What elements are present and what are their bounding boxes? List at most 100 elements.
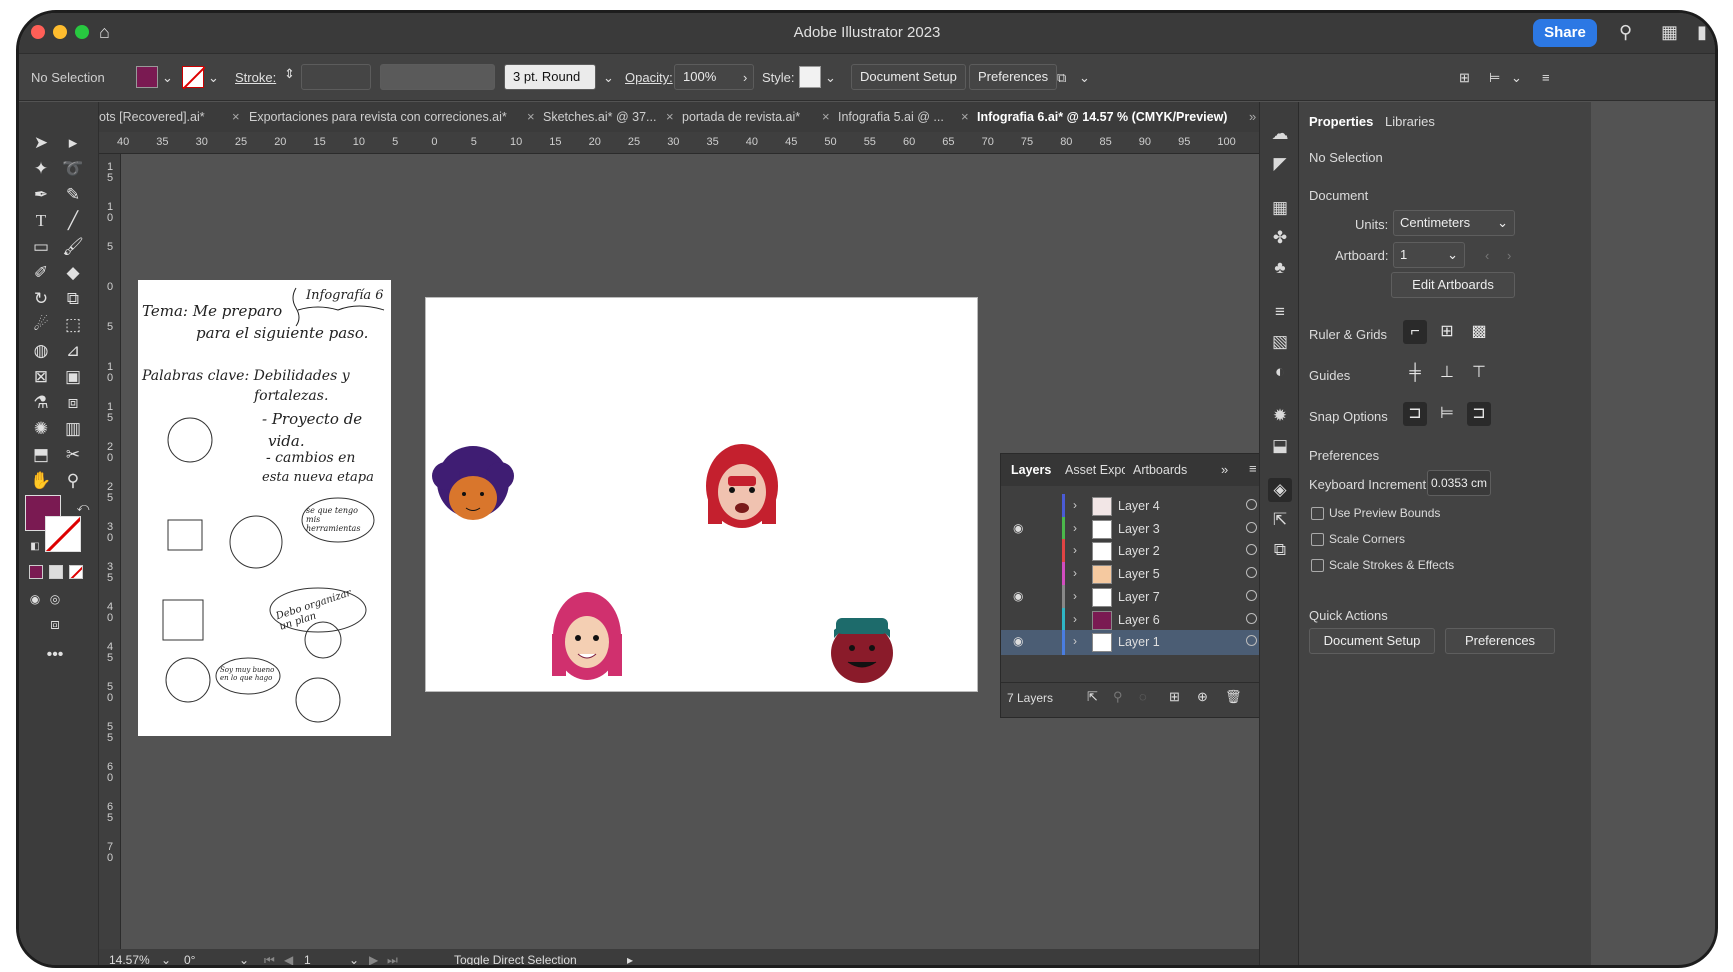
panel-toggle-icon[interactable]: ▮ xyxy=(1697,22,1707,43)
tab-portada[interactable]: portada de revista.ai* xyxy=(682,110,800,124)
rulers-toggle-icon[interactable]: ⌐ xyxy=(1403,320,1427,344)
tab-asset-export[interactable]: Asset Expo xyxy=(1065,463,1125,477)
more-tools-icon[interactable]: ••• xyxy=(41,642,69,668)
panel-menu-icon[interactable]: ≡ xyxy=(1249,461,1257,476)
layer-name[interactable]: Layer 7 xyxy=(1118,590,1160,604)
close-icon[interactable]: × xyxy=(232,109,240,124)
delete-layer-icon[interactable]: 🗑 xyxy=(1225,689,1242,705)
selection-tool-icon[interactable]: ➤ xyxy=(27,130,55,156)
artboard-select[interactable]: 1 ⌄ xyxy=(1393,242,1465,268)
transparency-grid-icon[interactable]: ▩ xyxy=(1467,320,1491,344)
new-sublayer-icon[interactable]: ⊞ xyxy=(1169,689,1180,705)
expand-chevron-icon[interactable]: › xyxy=(1073,589,1077,603)
artboard-number[interactable]: 1 xyxy=(304,953,311,965)
more-tabs-icon[interactable]: » xyxy=(1249,109,1256,124)
smart-guides-icon[interactable]: ⊤ xyxy=(1467,361,1491,385)
shaper-tool-icon[interactable]: ✐ xyxy=(27,260,55,286)
chevron-down-icon[interactable]: ⌄ xyxy=(603,70,614,86)
stroke-swatch[interactable] xyxy=(182,66,206,90)
opacity-input[interactable]: 100% xyxy=(674,64,754,90)
lock-guides-icon[interactable]: ⊥ xyxy=(1435,361,1459,385)
chevron-down-icon[interactable]: ⌄ xyxy=(161,953,171,965)
layer-target-icon[interactable] xyxy=(1246,612,1257,624)
appearance-panel-icon[interactable]: ✹ xyxy=(1268,404,1292,428)
layer-row[interactable]: › Layer 2 xyxy=(1001,539,1282,565)
line-tool-icon[interactable]: ╱ xyxy=(59,208,87,234)
tab-recovered[interactable]: ots [Recovered].ai* xyxy=(99,110,205,124)
pen-tool-icon[interactable]: ✒ xyxy=(27,182,55,208)
workspace-switcher-icon[interactable]: ▦ xyxy=(1661,22,1678,43)
arrange-icon[interactable]: ⧉ xyxy=(1057,70,1066,86)
character-face-teal-hair[interactable] xyxy=(831,618,893,683)
layers-panel-icon[interactable]: ◈ xyxy=(1268,478,1292,502)
chevron-down-icon[interactable]: ⌄ xyxy=(208,70,219,86)
stroke-color-box[interactable] xyxy=(45,516,81,552)
layer-row[interactable]: › Layer 5 xyxy=(1001,562,1282,588)
color-mode-swatch[interactable] xyxy=(29,565,43,579)
quick-document-setup-button[interactable]: Document Setup xyxy=(1309,628,1435,654)
tab-infografia-5[interactable]: Infografia 5.ai @ ... xyxy=(838,110,944,124)
layer-name[interactable]: Layer 1 xyxy=(1118,635,1160,649)
next-artboard-icon[interactable]: ▶ xyxy=(369,953,378,965)
symbols-icon[interactable]: ♣ xyxy=(1268,256,1292,280)
zoom-tool-icon[interactable]: ⚲ xyxy=(59,468,87,494)
artboard[interactable] xyxy=(425,297,978,692)
scale-corners-checkbox[interactable] xyxy=(1311,533,1324,546)
visibility-eye-icon[interactable]: ◉ xyxy=(1013,589,1023,603)
free-transform-tool-icon[interactable]: ⬚ xyxy=(59,312,87,338)
close-icon[interactable]: × xyxy=(527,109,535,124)
gradient-tool-icon[interactable]: ▣ xyxy=(59,364,87,390)
close-icon[interactable]: × xyxy=(666,109,674,124)
expand-chevron-icon[interactable]: › xyxy=(1073,498,1077,512)
tab-libraries[interactable]: Libraries xyxy=(1385,114,1435,129)
new-layer-icon[interactable]: ⊕ xyxy=(1197,689,1208,705)
magic-wand-tool-icon[interactable]: ✦ xyxy=(27,156,55,182)
chevron-down-icon[interactable]: ⌄ xyxy=(239,953,249,965)
stroke-label[interactable]: Stroke: xyxy=(235,70,276,85)
search-icon[interactable]: ⚲ xyxy=(1619,22,1632,43)
screen-mode-icon[interactable]: ⧈ xyxy=(41,612,69,638)
layer-row[interactable]: › Layer 4 xyxy=(1001,494,1282,519)
perspective-grid-tool-icon[interactable]: ⊿ xyxy=(59,338,87,364)
column-graph-tool-icon[interactable]: ▥ xyxy=(59,416,87,442)
share-button[interactable]: Share xyxy=(1533,19,1597,47)
export-icon[interactable]: ⇱ xyxy=(1087,689,1098,705)
eyedropper-tool-icon[interactable]: ⚗ xyxy=(27,390,55,416)
snap-toggle-icon[interactable]: ⊨ xyxy=(1489,70,1500,86)
tab-infografia-6[interactable]: Infografia 6.ai* @ 14.57 % (CMYK/Preview… xyxy=(977,110,1227,124)
expand-chevron-icon[interactable]: › xyxy=(1073,543,1077,557)
more-tabs-icon[interactable]: » xyxy=(1221,462,1228,477)
direct-selection-tool-icon[interactable]: ▸ xyxy=(59,130,87,156)
artboard-tool-icon[interactable]: ⬒ xyxy=(27,442,55,468)
layer-target-icon[interactable] xyxy=(1246,567,1257,579)
menu-icon[interactable]: ≡ xyxy=(1542,70,1550,85)
expand-chevron-icon[interactable]: › xyxy=(1073,566,1077,580)
swatches-icon[interactable]: ▦ xyxy=(1268,196,1292,220)
layer-target-icon[interactable] xyxy=(1246,544,1257,556)
layer-row[interactable]: › Layer 6 xyxy=(1001,607,1282,633)
chevron-down-icon[interactable]: ⌄ xyxy=(162,70,173,86)
layer-row[interactable]: ◉ › Layer 1 xyxy=(1001,630,1282,656)
scale-strokes-checkbox[interactable] xyxy=(1311,559,1324,572)
next-artboard-icon[interactable]: › xyxy=(1507,248,1511,263)
first-artboard-icon[interactable]: ⏮ xyxy=(264,953,275,965)
rectangle-tool-icon[interactable]: ▭ xyxy=(27,234,55,260)
units-dropdown[interactable]: Centimeters ⌄ xyxy=(1393,210,1515,236)
curvature-tool-icon[interactable]: ✎ xyxy=(59,182,87,208)
scale-tool-icon[interactable]: ⧉ xyxy=(59,286,87,312)
preferences-button[interactable]: Preferences xyxy=(969,64,1058,90)
visibility-eye-icon[interactable]: ◉ xyxy=(1013,521,1023,535)
expand-chevron-icon[interactable]: › xyxy=(1073,612,1077,626)
close-icon[interactable]: × xyxy=(822,109,830,124)
style-swatch[interactable] xyxy=(799,66,821,88)
layer-name[interactable]: Layer 2 xyxy=(1118,544,1160,558)
draw-behind-icon[interactable]: ◎ xyxy=(41,586,69,612)
layer-target-icon[interactable] xyxy=(1246,521,1257,533)
character-face-curly-hair[interactable] xyxy=(432,446,514,520)
artboards-panel-icon[interactable]: ⧉ xyxy=(1268,538,1292,562)
cc-libraries-icon[interactable]: ☁ xyxy=(1268,122,1292,146)
zoom-level[interactable]: 14.57% xyxy=(109,953,150,965)
properties-panel-icon[interactable]: ◤ xyxy=(1268,152,1292,176)
grid-toggle-icon[interactable]: ⊞ xyxy=(1435,320,1459,344)
chevron-down-icon[interactable]: ⌄ xyxy=(825,70,836,86)
